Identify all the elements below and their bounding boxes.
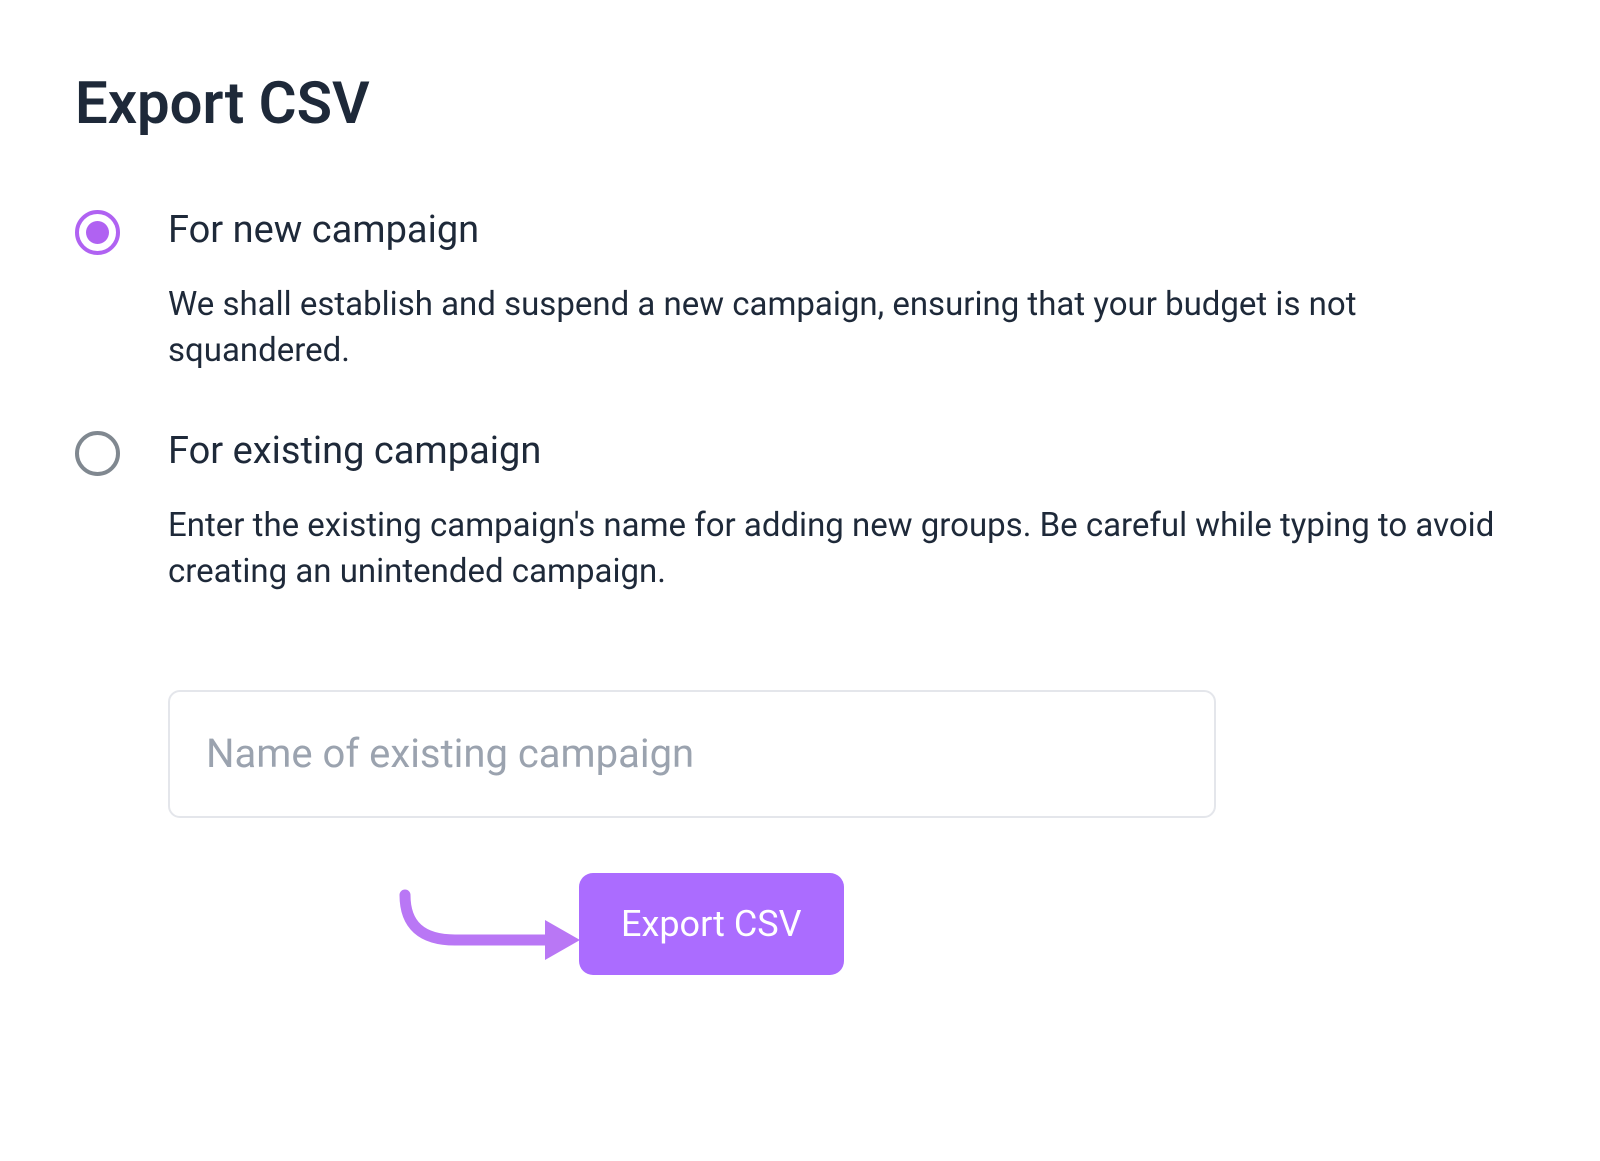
- option-content: For new campaign We shall establish and …: [168, 208, 1525, 374]
- export-csv-dialog: Export CSV For new campaign We shall est…: [75, 70, 1525, 993]
- radio-existing-campaign[interactable]: [75, 431, 120, 476]
- radio-icon: [75, 431, 120, 476]
- option-description: We shall establish and suspend a new cam…: [168, 282, 1525, 374]
- option-existing-campaign: For existing campaign Enter the existing…: [75, 429, 1525, 595]
- button-area: Export CSV: [75, 873, 1525, 993]
- option-label: For existing campaign: [168, 429, 1525, 475]
- radio-new-campaign[interactable]: [75, 210, 120, 255]
- arrow-icon: [395, 885, 595, 975]
- page-title: Export CSV: [75, 70, 1525, 138]
- option-new-campaign: For new campaign We shall establish and …: [75, 208, 1525, 374]
- option-description: Enter the existing campaign's name for a…: [168, 503, 1525, 595]
- option-label: For new campaign: [168, 208, 1525, 254]
- radio-icon: [75, 210, 120, 255]
- option-content: For existing campaign Enter the existing…: [168, 429, 1525, 595]
- campaign-name-input[interactable]: [168, 690, 1216, 818]
- export-csv-button[interactable]: Export CSV: [579, 873, 844, 975]
